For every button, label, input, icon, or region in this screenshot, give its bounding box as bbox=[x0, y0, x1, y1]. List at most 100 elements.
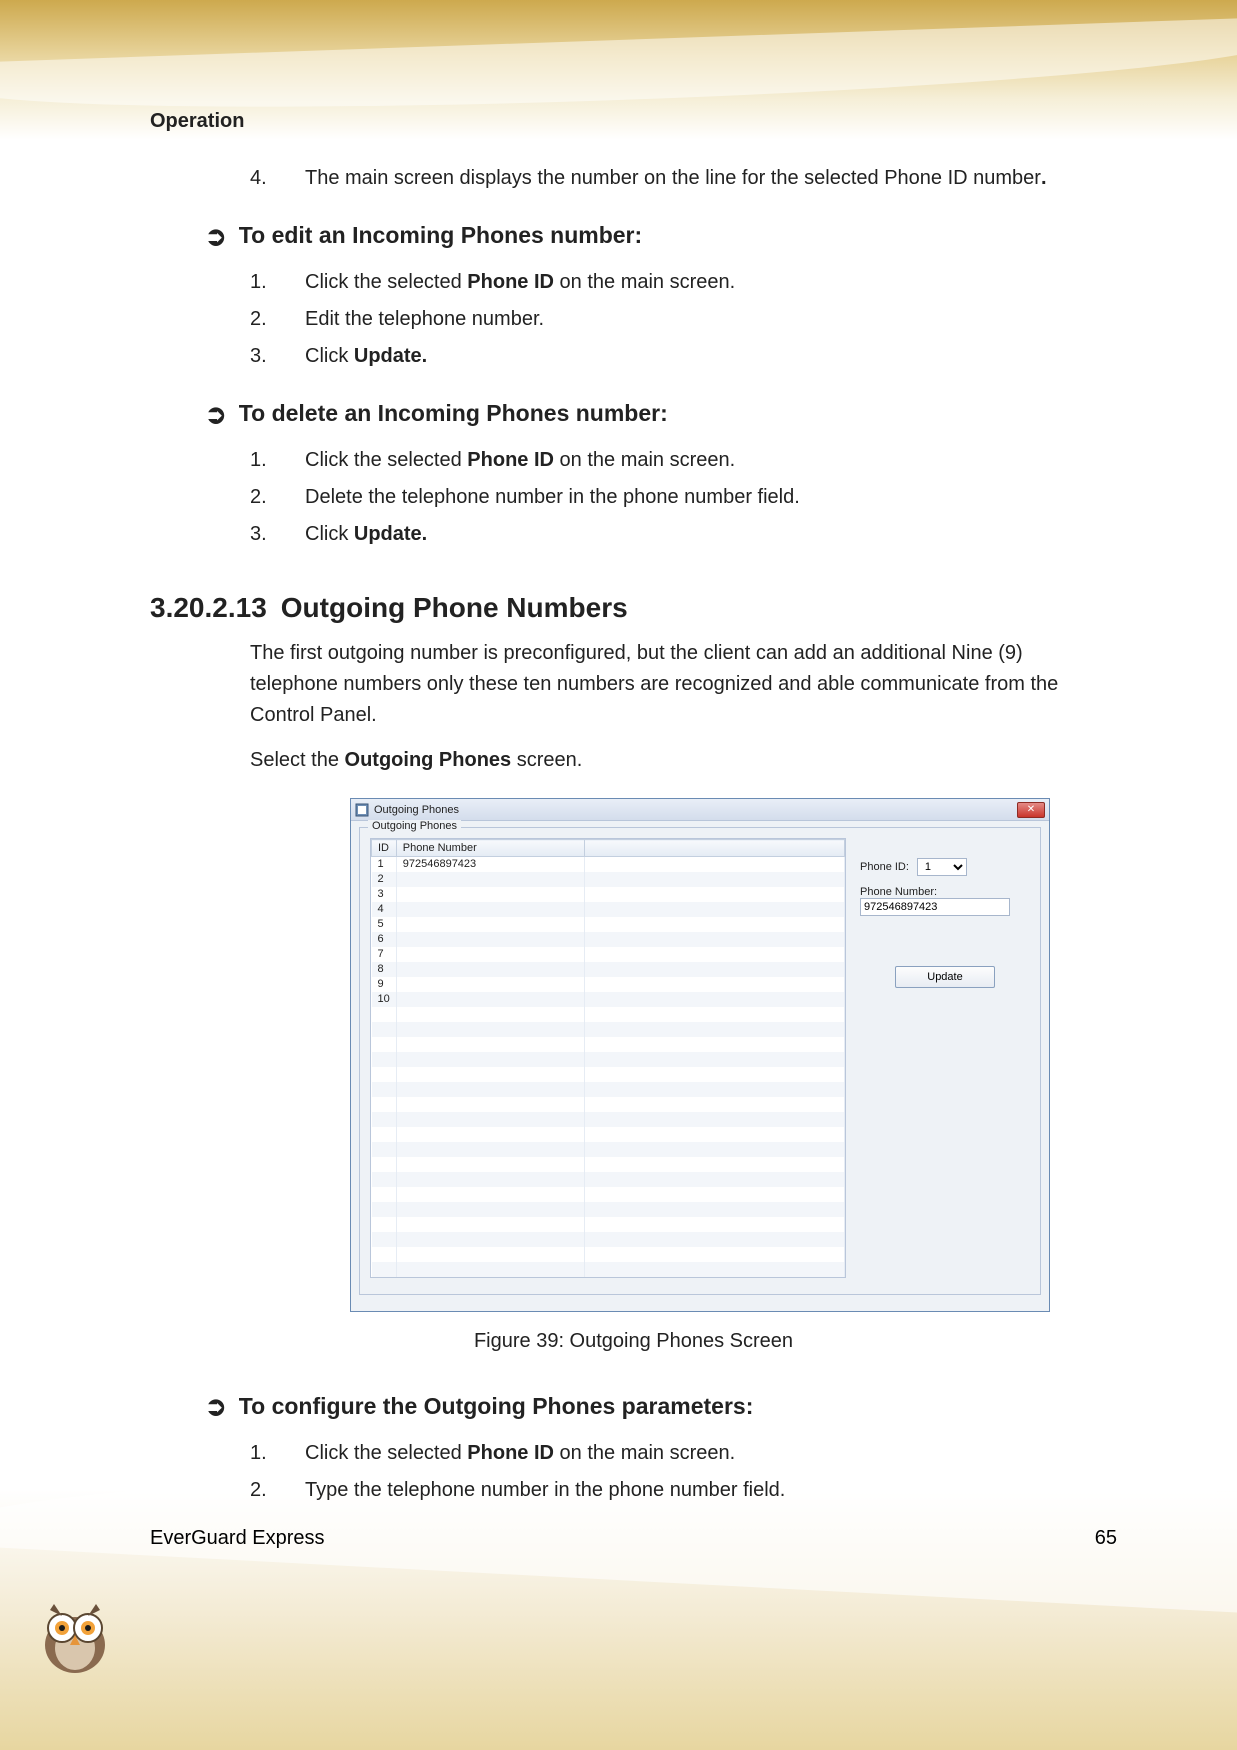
table-row[interactable] bbox=[372, 1262, 845, 1277]
step-text: Type the telephone number in the phone n… bbox=[305, 1475, 785, 1506]
list-item: 1.Click the selected Phone ID on the mai… bbox=[250, 445, 1117, 476]
step-number: 3. bbox=[250, 519, 305, 550]
body-paragraph: The first outgoing number is preconfigur… bbox=[250, 638, 1070, 731]
step-text: Click the selected Phone ID on the main … bbox=[305, 267, 735, 298]
step-number: 1. bbox=[250, 1438, 305, 1469]
step-number: 1. bbox=[250, 267, 305, 298]
cell-phone: 972546897423 bbox=[396, 857, 584, 872]
dialog-body: Outgoing Phones ID Phone Number bbox=[351, 821, 1049, 1311]
phones-table-container: ID Phone Number 19725468974232345678910 bbox=[370, 838, 846, 1278]
table-row[interactable] bbox=[372, 1202, 845, 1217]
procedure-heading-delete: ➲ To delete an Incoming Phones number: bbox=[205, 400, 1117, 427]
owl-logo-icon bbox=[30, 1590, 120, 1680]
cell-id: 9 bbox=[372, 977, 397, 992]
cell-phone bbox=[396, 917, 584, 932]
step-number: 2. bbox=[250, 304, 305, 335]
phones-table: ID Phone Number 19725468974232345678910 bbox=[371, 839, 845, 1277]
step-number: 1. bbox=[250, 445, 305, 476]
cell-id: 2 bbox=[372, 872, 397, 887]
step-number: 3. bbox=[250, 341, 305, 372]
list-item: 1.Click the selected Phone ID on the mai… bbox=[250, 267, 1117, 298]
figure-caption: Figure 39: Outgoing Phones Screen bbox=[150, 1330, 1117, 1353]
cell-id: 7 bbox=[372, 947, 397, 962]
app-icon bbox=[355, 803, 369, 817]
table-row[interactable]: 5 bbox=[372, 917, 845, 932]
step-number: 2. bbox=[250, 1475, 305, 1506]
list-item: 3.Click Update. bbox=[250, 341, 1117, 372]
page-footer: EverGuard Express 65 bbox=[150, 1527, 1117, 1550]
close-icon: ✕ bbox=[1027, 804, 1035, 815]
page-content: Operation 4. The main screen displays th… bbox=[0, 0, 1237, 1506]
col-header-id[interactable]: ID bbox=[372, 840, 397, 857]
table-row[interactable] bbox=[372, 1082, 845, 1097]
section-number: 3.20.2.13 bbox=[150, 592, 267, 624]
table-row[interactable] bbox=[372, 1022, 845, 1037]
list-item: 3.Click Update. bbox=[250, 519, 1117, 550]
table-row[interactable] bbox=[372, 1217, 845, 1232]
table-row[interactable] bbox=[372, 1247, 845, 1262]
step-text: The main screen displays the number on t… bbox=[305, 163, 1047, 194]
phone-number-input[interactable] bbox=[860, 898, 1010, 916]
cell-id: 6 bbox=[372, 932, 397, 947]
heading-text: To configure the Outgoing Phones paramet… bbox=[239, 1393, 754, 1420]
body-paragraph: Select the Outgoing Phones screen. bbox=[250, 745, 1070, 776]
table-row[interactable]: 1972546897423 bbox=[372, 857, 845, 872]
table-row[interactable] bbox=[372, 1112, 845, 1127]
table-row[interactable] bbox=[372, 1232, 845, 1247]
table-row[interactable]: 7 bbox=[372, 947, 845, 962]
outgoing-phones-dialog: Outgoing Phones ✕ Outgoing Phones ID bbox=[350, 798, 1050, 1312]
step-text: Click Update. bbox=[305, 519, 427, 550]
table-row[interactable]: 9 bbox=[372, 977, 845, 992]
groupbox-title: Outgoing Phones bbox=[368, 820, 461, 832]
list-item: 2.Type the telephone number in the phone… bbox=[250, 1475, 1117, 1506]
cell-phone bbox=[396, 977, 584, 992]
procedure-heading-configure: ➲ To configure the Outgoing Phones param… bbox=[205, 1393, 1117, 1420]
table-row[interactable] bbox=[372, 1172, 845, 1187]
col-header-phone[interactable]: Phone Number bbox=[396, 840, 584, 857]
table-row[interactable] bbox=[372, 1157, 845, 1172]
phone-number-label: Phone Number: bbox=[860, 886, 937, 898]
cell-id: 1 bbox=[372, 857, 397, 872]
section-heading: 3.20.2.13 Outgoing Phone Numbers bbox=[150, 592, 1117, 624]
table-row[interactable] bbox=[372, 1067, 845, 1082]
cell-id: 8 bbox=[372, 962, 397, 977]
table-row[interactable] bbox=[372, 1097, 845, 1112]
cell-phone bbox=[396, 902, 584, 917]
cell-id: 5 bbox=[372, 917, 397, 932]
list-item: 4. The main screen displays the number o… bbox=[250, 163, 1117, 194]
table-row[interactable]: 4 bbox=[372, 902, 845, 917]
arrow-right-icon: ➲ bbox=[205, 223, 227, 249]
table-row[interactable] bbox=[372, 1187, 845, 1202]
table-row[interactable] bbox=[372, 1007, 845, 1022]
step-text: Click Update. bbox=[305, 341, 427, 372]
table-row[interactable] bbox=[372, 1052, 845, 1067]
section-header: Operation bbox=[150, 110, 1117, 133]
table-row[interactable]: 2 bbox=[372, 872, 845, 887]
table-row[interactable]: 10 bbox=[372, 992, 845, 1007]
dialog-titlebar: Outgoing Phones ✕ bbox=[351, 799, 1049, 821]
table-row[interactable]: 6 bbox=[372, 932, 845, 947]
close-button[interactable]: ✕ bbox=[1017, 802, 1045, 818]
table-row[interactable] bbox=[372, 1037, 845, 1052]
outgoing-phones-groupbox: Outgoing Phones ID Phone Number bbox=[359, 827, 1041, 1295]
section-title: Outgoing Phone Numbers bbox=[281, 592, 628, 624]
table-row[interactable]: 8 bbox=[372, 962, 845, 977]
list-item: 2.Delete the telephone number in the pho… bbox=[250, 482, 1117, 513]
cell-phone bbox=[396, 947, 584, 962]
table-row[interactable] bbox=[372, 1142, 845, 1157]
figure-outgoing-phones: Outgoing Phones ✕ Outgoing Phones ID bbox=[350, 798, 1117, 1312]
step-text: Click the selected Phone ID on the main … bbox=[305, 1438, 735, 1469]
phone-id-select[interactable]: 1 bbox=[917, 858, 967, 876]
procedure-heading-edit: ➲ To edit an Incoming Phones number: bbox=[205, 222, 1117, 249]
arrow-right-icon: ➲ bbox=[205, 401, 227, 427]
update-button[interactable]: Update bbox=[895, 966, 995, 988]
table-row[interactable]: 3 bbox=[372, 887, 845, 902]
heading-text: To delete an Incoming Phones number: bbox=[239, 400, 668, 427]
cell-phone bbox=[396, 887, 584, 902]
footer-product: EverGuard Express bbox=[150, 1527, 325, 1550]
table-row[interactable] bbox=[372, 1127, 845, 1142]
cell-phone bbox=[396, 962, 584, 977]
form-panel: Phone ID: 1 Phone Number: Update bbox=[860, 838, 1030, 1278]
step-text: Delete the telephone number in the phone… bbox=[305, 482, 800, 513]
arrow-right-icon: ➲ bbox=[205, 1393, 227, 1419]
